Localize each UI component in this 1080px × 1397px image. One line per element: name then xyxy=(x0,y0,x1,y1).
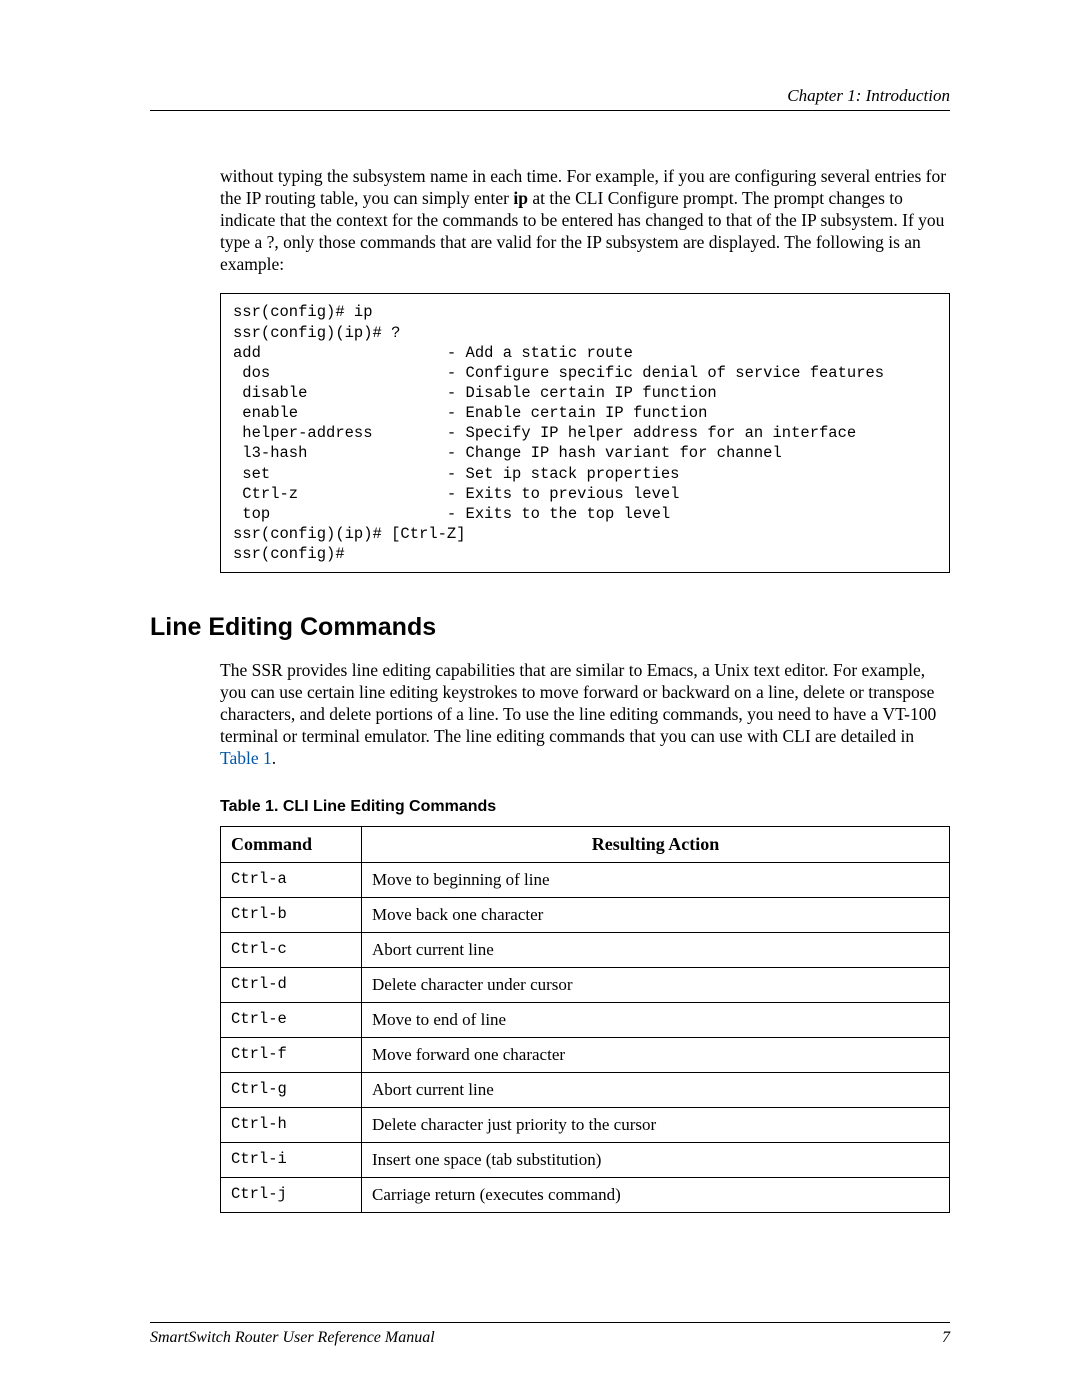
table-row: Ctrl-bMove back one character xyxy=(221,897,950,932)
intro-bold-ip: ip xyxy=(513,188,528,208)
section-pre-link: The SSR provides line editing capabiliti… xyxy=(220,660,936,746)
table-header-row: Command Resulting Action xyxy=(221,826,950,862)
col-header-command: Command xyxy=(221,826,362,862)
action-cell: Carriage return (executes command) xyxy=(362,1177,950,1212)
chapter-title: Chapter 1: Introduction xyxy=(150,86,950,110)
action-cell: Abort current line xyxy=(362,932,950,967)
cmd-cell: Ctrl-g xyxy=(221,1072,362,1107)
action-cell: Move forward one character xyxy=(362,1037,950,1072)
table-body: Ctrl-aMove to beginning of line Ctrl-bMo… xyxy=(221,862,950,1212)
header-rule: Chapter 1: Introduction xyxy=(150,86,950,111)
table-row: Ctrl-aMove to beginning of line xyxy=(221,862,950,897)
cli-commands-table: Command Resulting Action Ctrl-aMove to b… xyxy=(220,826,950,1213)
cmd-cell: Ctrl-d xyxy=(221,967,362,1002)
action-cell: Move to end of line xyxy=(362,1002,950,1037)
table-row: Ctrl-jCarriage return (executes command) xyxy=(221,1177,950,1212)
action-cell: Move back one character xyxy=(362,897,950,932)
table-1-link[interactable]: Table 1 xyxy=(220,748,272,768)
action-cell: Delete character just priority to the cu… xyxy=(362,1107,950,1142)
cmd-cell: Ctrl-h xyxy=(221,1107,362,1142)
action-cell: Insert one space (tab substitution) xyxy=(362,1142,950,1177)
section-post-link: . xyxy=(272,748,276,768)
cmd-cell: Ctrl-c xyxy=(221,932,362,967)
cmd-cell: Ctrl-j xyxy=(221,1177,362,1212)
table-row: Ctrl-fMove forward one character xyxy=(221,1037,950,1072)
section-heading-line-editing: Line Editing Commands xyxy=(150,613,950,642)
intro-paragraph: without typing the subsystem name in eac… xyxy=(220,166,950,275)
cmd-cell: Ctrl-i xyxy=(221,1142,362,1177)
table-row: Ctrl-gAbort current line xyxy=(221,1072,950,1107)
page: Chapter 1: Introduction without typing t… xyxy=(0,0,1080,1397)
cmd-cell: Ctrl-a xyxy=(221,862,362,897)
section-paragraph: The SSR provides line editing capabiliti… xyxy=(220,660,950,769)
table-row: Ctrl-iInsert one space (tab substitution… xyxy=(221,1142,950,1177)
page-footer: SmartSwitch Router User Reference Manual… xyxy=(150,1322,950,1347)
table-row: Ctrl-cAbort current line xyxy=(221,932,950,967)
footer-page-number: 7 xyxy=(942,1329,950,1347)
table-caption: Table 1. CLI Line Editing Commands xyxy=(220,798,950,816)
table-row: Ctrl-hDelete character just priority to … xyxy=(221,1107,950,1142)
cmd-cell: Ctrl-b xyxy=(221,897,362,932)
col-header-action: Resulting Action xyxy=(362,826,950,862)
table-row: Ctrl-eMove to end of line xyxy=(221,1002,950,1037)
code-example-box: ssr(config)# ip ssr(config)(ip)# ? add -… xyxy=(220,293,950,573)
footer-title: SmartSwitch Router User Reference Manual xyxy=(150,1329,435,1347)
table-row: Ctrl-dDelete character under cursor xyxy=(221,967,950,1002)
action-cell: Abort current line xyxy=(362,1072,950,1107)
action-cell: Delete character under cursor xyxy=(362,967,950,1002)
action-cell: Move to beginning of line xyxy=(362,862,950,897)
cmd-cell: Ctrl-f xyxy=(221,1037,362,1072)
cmd-cell: Ctrl-e xyxy=(221,1002,362,1037)
